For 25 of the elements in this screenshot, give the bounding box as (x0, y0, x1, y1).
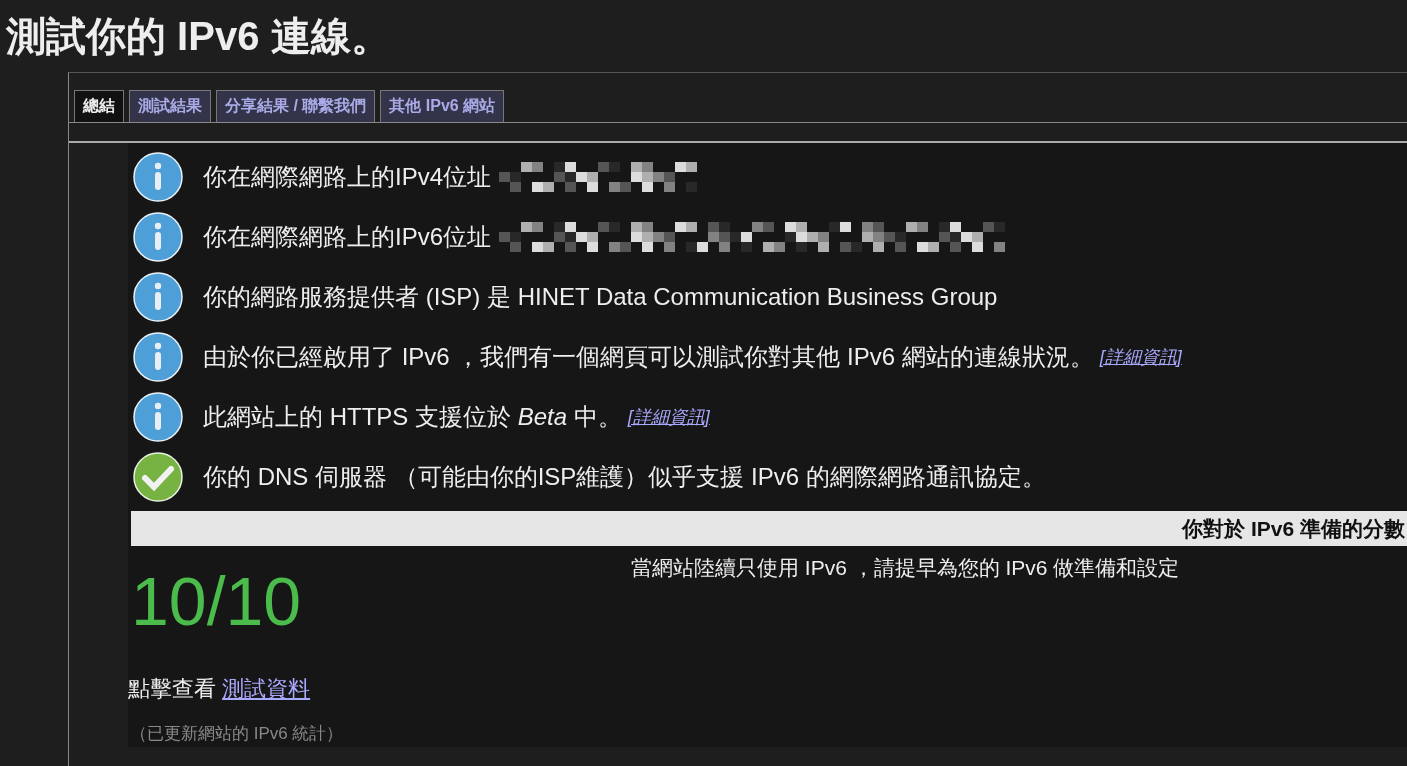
message-text: 由於你已經啟用了 IPv6 ，我們有一個網頁可以測試你對其他 IPv6 網站的連線狀況。 (203, 342, 1094, 372)
message-text: 你的 DNS 伺服器 （可能由你的ISP維護）似乎支援 IPv6 的網際網路通訊協定。 (203, 462, 1046, 492)
info-icon (133, 332, 183, 382)
tab[interactable]: 其他 IPv6 網站 (380, 90, 505, 122)
page-title: 測試你的 IPv6 連線。 (5, 13, 392, 60)
info-icon (133, 212, 183, 262)
footnote-text: （已更新網站的 IPv6 統計） (130, 723, 345, 745)
checkmark-icon (133, 452, 183, 502)
tab[interactable]: 測試結果 (129, 90, 211, 122)
info-icon (133, 152, 183, 202)
score-note: 當網站陸續只使用 IPv6 ，請提早為您的 IPv6 做準備和設定 (631, 555, 1180, 581)
tab[interactable]: 總結 (74, 90, 124, 122)
message-text: 此網站上的 HTTPS 支援位於 Beta 中。 (203, 402, 622, 432)
message-text: 你的網路服務提供者 (ISP) 是 HINET Data Communication Business Group (203, 282, 998, 312)
info-icon (133, 392, 183, 442)
message-text: 你在網際網路上的IPv6位址 (203, 222, 492, 252)
score-heading: 你對於 IPv6 準備的分數 (1182, 515, 1406, 542)
info-icon (133, 272, 183, 322)
details-link[interactable]: [詳細資訊] (627, 405, 710, 429)
message-text: 你在網際網路上的IPv4位址 (203, 162, 492, 192)
tab[interactable]: 分享結果 / 聯繫我們 (216, 90, 376, 122)
prompt-text: 點擊查看 (128, 676, 216, 701)
details-link[interactable]: [詳細資訊] (1099, 345, 1182, 369)
score-value: 10/10 (130, 562, 303, 640)
test-data-link[interactable]: 測試資料 (222, 676, 311, 701)
